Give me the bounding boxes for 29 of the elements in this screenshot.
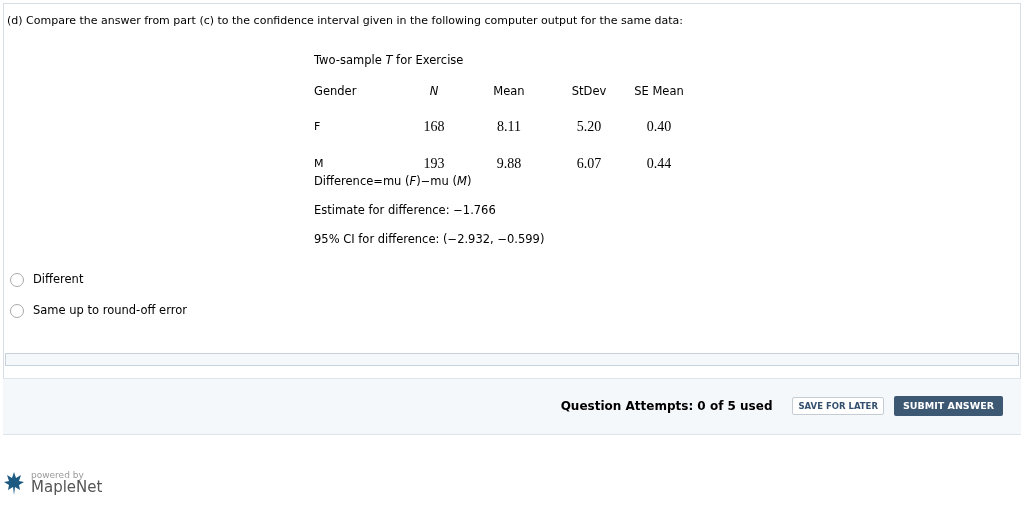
table-cell: 193: [423, 156, 445, 172]
radio-button[interactable]: [10, 272, 24, 287]
table-cell: 8.11: [497, 119, 521, 135]
table-cell: 0.44: [646, 156, 672, 172]
table-cell: 168: [423, 119, 445, 135]
table-cell: F: [314, 119, 321, 133]
output-title: Two-sample T for Exercise: [314, 53, 464, 67]
maplenet-logo-text: MapleNet: [31, 479, 103, 495]
choice-label: Same up to round-off error: [33, 302, 187, 320]
choice-label: Different: [33, 271, 84, 288]
radio-button[interactable]: [10, 303, 24, 318]
column-header: Gender: [314, 84, 357, 98]
powered-by-text: powered by: [31, 470, 85, 480]
column-header: SE Mean: [634, 84, 684, 98]
column-header: Mean: [493, 84, 525, 98]
attempts-text: Question Attempts: 0 of 5 used: [560, 398, 773, 415]
save-for-later-button[interactable]: SAVE FOR LATER: [792, 397, 884, 415]
column-header: StDev: [571, 84, 607, 98]
table-cell: 6.07: [576, 156, 602, 172]
question-text: (d) Compare the answer from part (c) to the confidence interval given in the following computer output for the same data:: [6, 13, 684, 28]
table-cell: 5.20: [576, 119, 602, 135]
table-cell: M: [314, 156, 324, 170]
output-line: Difference=mu (F)−mu (M): [314, 174, 472, 188]
table-cell: 9.88: [496, 156, 522, 172]
output-line: 95% CI for difference: (−2.932, −0.599): [314, 232, 545, 246]
column-header: N: [429, 84, 439, 98]
table-cell: 0.40: [646, 119, 672, 135]
submit-answer-button[interactable]: SUBMIT ANSWER: [894, 396, 1003, 416]
output-line: Estimate for difference: −1.766: [314, 203, 496, 217]
